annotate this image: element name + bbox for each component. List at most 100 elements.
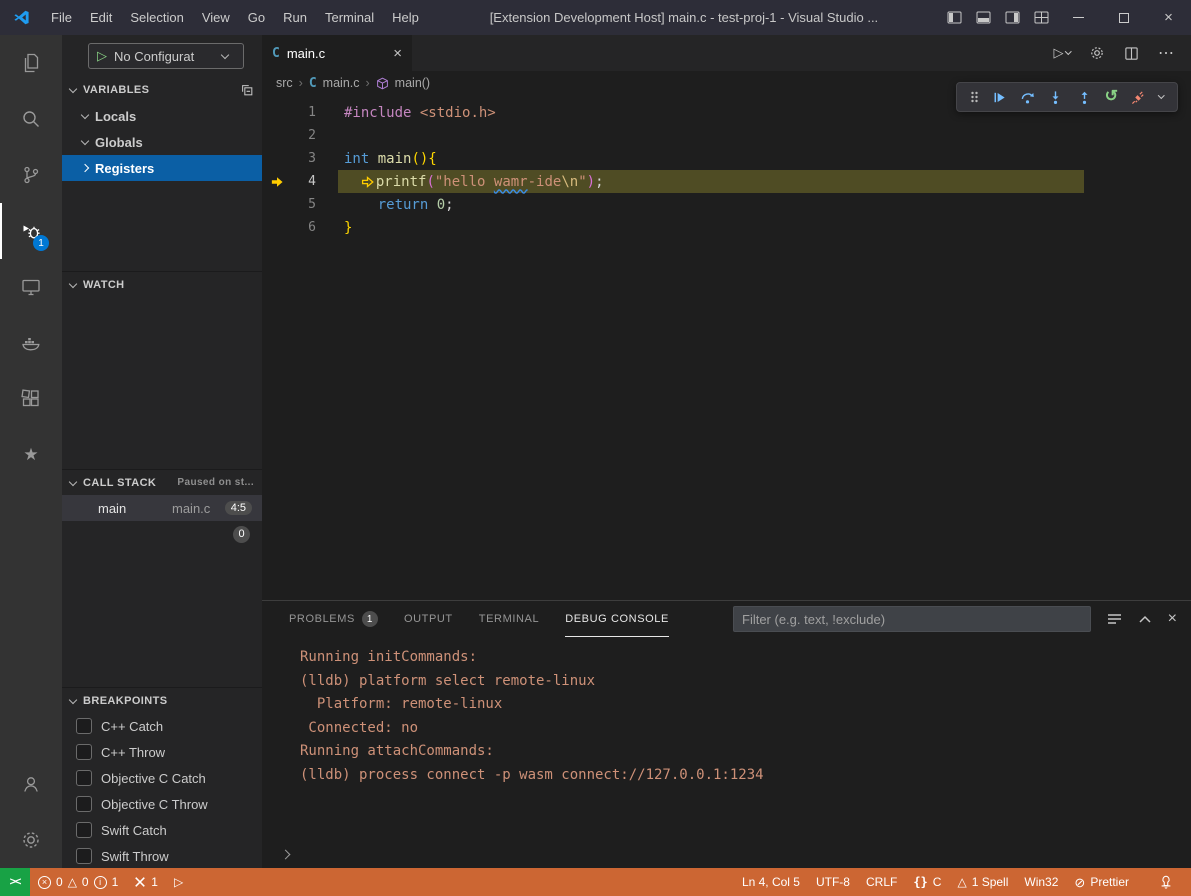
spell-checker-status[interactable]: △ 1 Spell — [949, 875, 1016, 889]
debug-config-dropdown[interactable]: ▷ No Configurat — [88, 43, 244, 69]
breakpoint-checkbox[interactable] — [76, 770, 92, 786]
problems-status[interactable]: × 0 △ 0 i 1 — [30, 868, 126, 896]
code-token: -ide — [528, 174, 562, 190]
session-row[interactable]: 0 — [62, 521, 262, 547]
menu-go[interactable]: Go — [239, 0, 274, 35]
breakpoints-section-header[interactable]: BREAKPOINTS — [62, 687, 262, 713]
more-actions-icon[interactable]: ⋯ — [1158, 43, 1175, 63]
toggle-sidebar-icon[interactable] — [940, 0, 969, 35]
language-mode[interactable]: {} C — [905, 875, 949, 889]
step-out-icon[interactable] — [1077, 90, 1092, 105]
breakpoint-checkbox[interactable] — [76, 848, 92, 864]
maximize-panel-icon[interactable] — [1139, 615, 1151, 623]
breakpoint-checkbox[interactable] — [76, 822, 92, 838]
editor-gear-icon[interactable] — [1089, 45, 1105, 61]
docker-icon[interactable] — [0, 315, 62, 371]
breakpoint-checkbox[interactable] — [76, 718, 92, 734]
variables-section-header[interactable]: VARIABLES — [62, 77, 262, 103]
breakpoint-checkbox[interactable] — [76, 796, 92, 812]
tab-output[interactable]: OUTPUT — [404, 601, 453, 637]
stack-frame-row[interactable]: main main.c 4:5 — [62, 495, 262, 521]
formatter-label: Prettier — [1090, 875, 1129, 889]
menu-terminal[interactable]: Terminal — [316, 0, 383, 35]
debug-console-output[interactable]: Running initCommands: (lldb) platform se… — [262, 637, 1191, 868]
marketplace-star-icon[interactable]: ★ — [0, 427, 62, 483]
watch-section-header[interactable]: WATCH — [62, 271, 262, 297]
menu-edit[interactable]: Edit — [81, 0, 121, 35]
remote-explorer-icon[interactable] — [0, 259, 62, 315]
encoding-indicator[interactable]: UTF-8 — [808, 875, 858, 889]
debug-sidebar: ▷ No Configurat VARIABLES Locals Globals — [62, 35, 262, 868]
step-into-icon[interactable] — [1048, 90, 1063, 105]
code-editor[interactable]: 1 #include <stdio.h> 2 3 int main(){ — [262, 95, 1191, 600]
platform-indicator[interactable]: Win32 — [1016, 875, 1066, 889]
chevron-down-icon — [69, 279, 77, 287]
warnings-icon: △ — [68, 876, 77, 888]
split-editor-icon[interactable] — [1124, 46, 1139, 61]
breakpoint-item[interactable]: C++ Throw — [62, 739, 262, 765]
breakpoint-item[interactable]: Objective C Catch — [62, 765, 262, 791]
accounts-icon[interactable] — [0, 756, 62, 812]
maximize-button[interactable] — [1101, 0, 1146, 35]
breadcrumb-src[interactable]: src — [276, 76, 293, 90]
breakpoint-checkbox[interactable] — [76, 744, 92, 760]
tab-problems[interactable]: PROBLEMS 1 — [289, 601, 378, 637]
run-file-button[interactable]: ▷ — [1054, 45, 1071, 61]
search-icon[interactable] — [0, 91, 62, 147]
run-debug-icon[interactable]: 1 — [0, 203, 62, 259]
breadcrumb-file[interactable]: main.c — [323, 76, 360, 90]
tab-debug-console[interactable]: DEBUG CONSOLE — [565, 601, 669, 637]
tab-main-c[interactable]: C main.c × — [262, 35, 412, 71]
variables-scope-globals[interactable]: Globals — [62, 129, 262, 155]
remote-indicator[interactable]: >< — [0, 868, 30, 896]
menu-file[interactable]: File — [42, 0, 81, 35]
menu-run[interactable]: Run — [274, 0, 316, 35]
breakpoint-item[interactable]: Objective C Throw — [62, 791, 262, 817]
breadcrumb-symbol[interactable]: main() — [395, 76, 430, 90]
console-input-prompt[interactable] — [282, 846, 289, 861]
code-token: " — [578, 174, 586, 190]
step-over-icon[interactable] — [1020, 90, 1035, 105]
breakpoint-label: Swift Catch — [101, 823, 167, 838]
tools-status[interactable]: 1 — [126, 868, 166, 896]
call-stack-section-header[interactable]: CALL STACK Paused on st... — [62, 469, 262, 495]
output-lines-icon[interactable] — [1107, 613, 1122, 625]
console-filter-input[interactable] — [733, 606, 1091, 632]
toggle-secondary-sidebar-icon[interactable] — [998, 0, 1027, 35]
close-tab-icon[interactable]: × — [393, 45, 402, 62]
current-statement-gutter-icon[interactable] — [262, 176, 292, 188]
notifications-status[interactable] — [1151, 875, 1181, 889]
tab-terminal[interactable]: TERMINAL — [479, 601, 539, 637]
toggle-panel-icon[interactable] — [969, 0, 998, 35]
restart-icon[interactable]: ↺ — [1105, 89, 1118, 105]
cursor-position[interactable]: Ln 4, Col 5 — [734, 875, 808, 889]
minimize-button[interactable] — [1056, 0, 1101, 35]
settings-gear-icon[interactable] — [0, 812, 62, 868]
close-panel-icon[interactable]: × — [1168, 610, 1177, 628]
breakpoint-label: Swift Throw — [101, 849, 169, 864]
call-stack-body — [62, 547, 262, 687]
source-control-icon[interactable] — [0, 147, 62, 203]
disconnect-icon[interactable] — [1131, 90, 1146, 105]
continue-icon[interactable] — [992, 90, 1007, 105]
collapse-all-icon[interactable] — [240, 83, 254, 97]
variables-scope-registers[interactable]: Registers — [62, 155, 262, 181]
eol-indicator[interactable]: CRLF — [858, 875, 905, 889]
menu-view[interactable]: View — [193, 0, 239, 35]
formatter-status[interactable]: ⊘ Prettier — [1066, 875, 1137, 889]
close-button[interactable]: × — [1146, 0, 1191, 35]
customize-layout-icon[interactable] — [1027, 0, 1056, 35]
breakpoint-item[interactable]: C++ Catch — [62, 713, 262, 739]
menu-selection[interactable]: Selection — [121, 0, 192, 35]
breakpoint-item[interactable]: Swift Throw — [62, 843, 262, 868]
extensions-icon[interactable] — [0, 371, 62, 427]
explorer-icon[interactable] — [0, 35, 62, 91]
variables-scope-locals[interactable]: Locals — [62, 103, 262, 129]
start-debug-icon[interactable]: ▷ — [97, 48, 107, 64]
breakpoint-item[interactable]: Swift Catch — [62, 817, 262, 843]
toolbar-grip-icon[interactable] — [970, 90, 979, 104]
code-token: 0 — [437, 197, 445, 213]
menu-help[interactable]: Help — [383, 0, 428, 35]
debug-quick-status[interactable]: ▷ — [166, 868, 191, 896]
toolbar-chevron-icon[interactable] — [1158, 92, 1164, 98]
